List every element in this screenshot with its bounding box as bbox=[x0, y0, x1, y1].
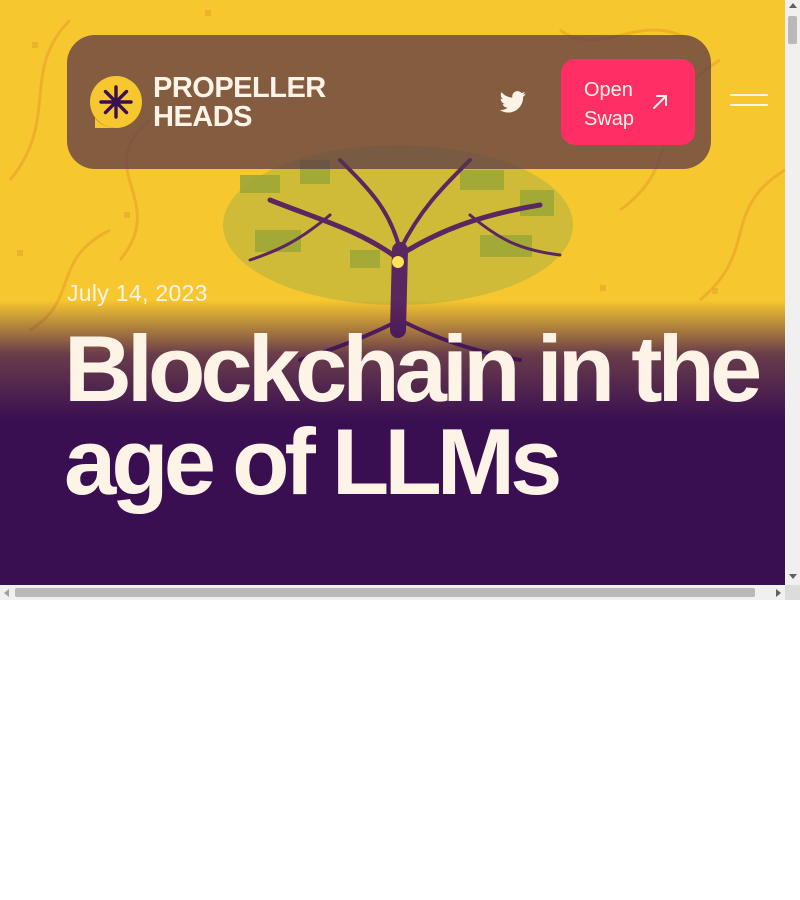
scroll-down-arrow-icon[interactable] bbox=[789, 574, 797, 579]
open-swap-button[interactable]: Open Swap bbox=[561, 59, 695, 145]
scrollbar-corner bbox=[785, 585, 800, 600]
brand-name-line2: HEADS bbox=[153, 101, 253, 133]
scroll-right-arrow-icon[interactable] bbox=[776, 589, 781, 597]
horizontal-scrollbar[interactable] bbox=[0, 585, 785, 600]
scroll-left-arrow-icon[interactable] bbox=[4, 589, 9, 597]
arrow-up-right-icon bbox=[653, 95, 667, 109]
page-viewport: PROPELLER HEADS Open Swap July 14, 2023 … bbox=[0, 0, 785, 585]
top-navbar: PROPELLER HEADS Open Swap bbox=[67, 35, 711, 169]
scroll-up-arrow-icon[interactable] bbox=[789, 3, 797, 8]
twitter-bird-icon[interactable] bbox=[500, 91, 526, 113]
open-swap-label: Open Swap bbox=[584, 79, 635, 130]
vertical-scrollbar[interactable] bbox=[785, 0, 800, 585]
vertical-scroll-thumb[interactable] bbox=[788, 16, 797, 44]
menu-line-bottom bbox=[730, 104, 768, 106]
post-date: July 14, 2023 bbox=[67, 280, 208, 306]
brand-name[interactable]: PROPELLER HEADS bbox=[153, 74, 326, 132]
brand-name-line1: PROPELLER bbox=[153, 72, 326, 104]
hamburger-menu-icon[interactable] bbox=[730, 94, 768, 112]
asterisk-logo-icon[interactable] bbox=[90, 76, 142, 128]
horizontal-scroll-thumb[interactable] bbox=[15, 588, 755, 597]
post-title: Blockchain in the age of LLMs bbox=[64, 316, 762, 514]
menu-line-top bbox=[730, 94, 768, 96]
